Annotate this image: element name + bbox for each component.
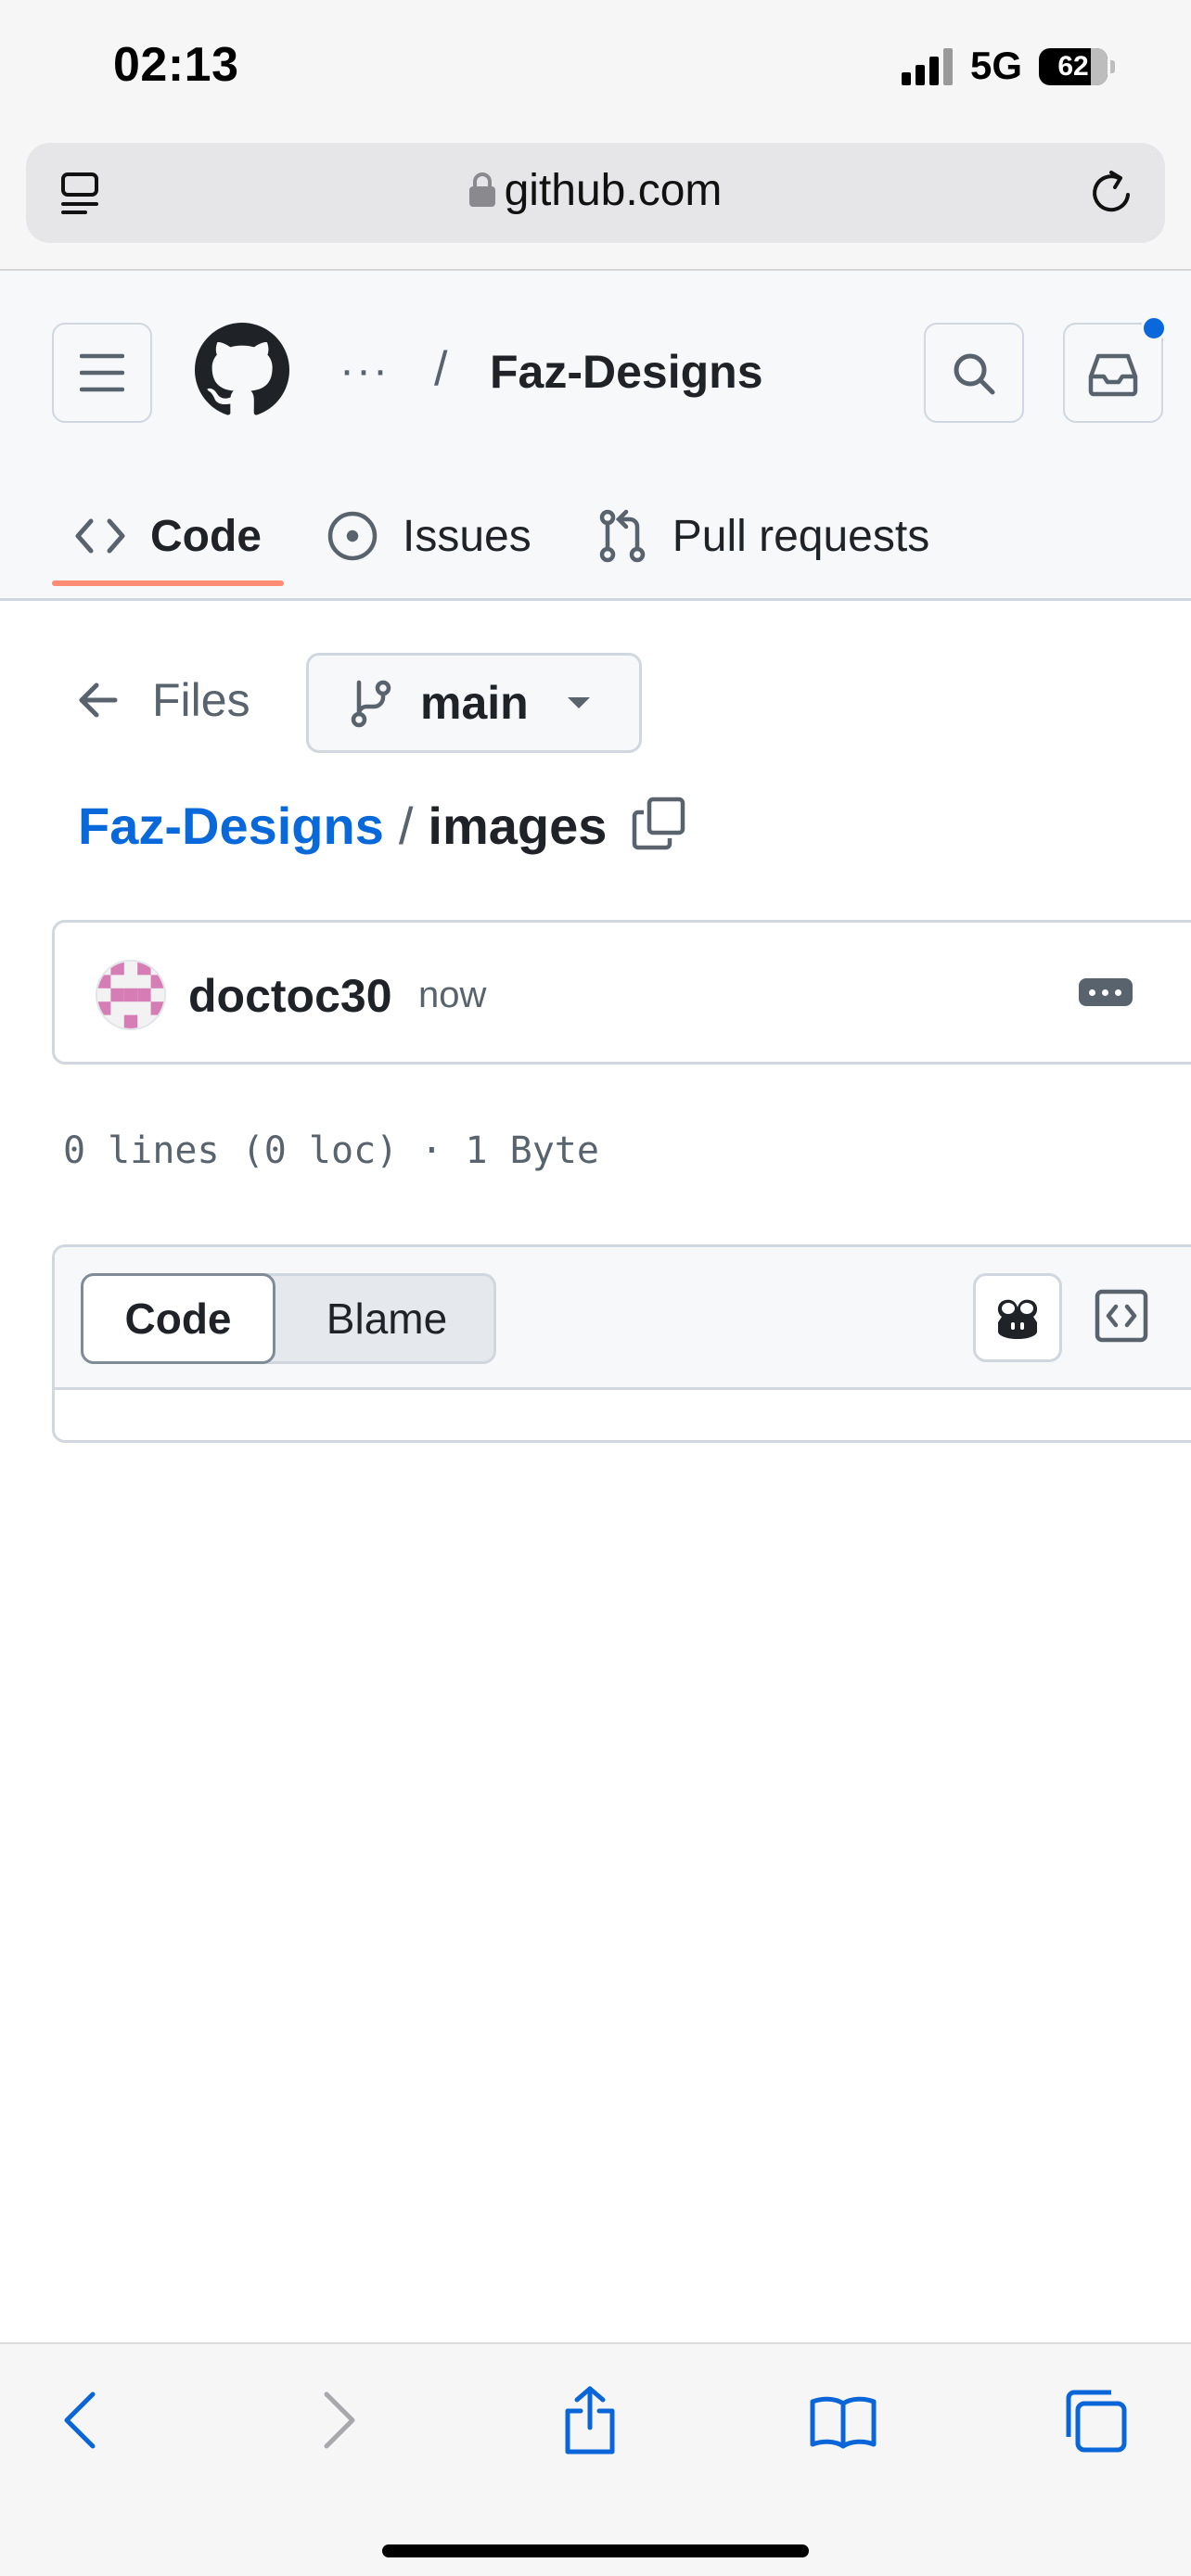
- breadcrumb-current-file: images: [428, 797, 608, 855]
- breadcrumb-overflow-button[interactable]: ···: [339, 345, 390, 396]
- breadcrumb-separator: /: [398, 797, 414, 855]
- hamburger-icon: [80, 353, 124, 392]
- blame-view-button[interactable]: Blame: [278, 1276, 495, 1361]
- status-bar: 02:13 5G 62: [0, 0, 1191, 139]
- code-view-button[interactable]: Code: [81, 1273, 275, 1364]
- battery-level: 62: [1057, 51, 1089, 82]
- browser-toolbar: [0, 2342, 1191, 2576]
- reload-icon[interactable]: [1085, 167, 1137, 219]
- notification-dot: [1141, 315, 1167, 341]
- battery-icon: 62: [1039, 48, 1115, 85]
- tab-code-label: Code: [150, 511, 262, 561]
- breadcrumb-repo-link[interactable]: Faz-Designs: [78, 796, 384, 856]
- search-button[interactable]: [924, 323, 1024, 423]
- arrow-left-icon: [79, 682, 118, 718]
- commit-time: now: [418, 975, 487, 1015]
- search-icon: [954, 353, 995, 395]
- raw-file-code-square-icon[interactable]: [1094, 1288, 1149, 1344]
- files-back-button[interactable]: Files: [78, 673, 250, 727]
- tab-code[interactable]: Code: [52, 490, 284, 586]
- menu-button[interactable]: [52, 323, 152, 423]
- copilot-icon: [997, 1299, 1038, 1339]
- github-logo-icon[interactable]: [195, 323, 289, 417]
- git-pull-request-icon: [599, 509, 645, 563]
- code-viewer: Code Blame: [52, 1244, 1191, 1443]
- triangle-down-icon: [567, 697, 590, 708]
- files-label: Files: [152, 674, 250, 726]
- latest-commit-box: doctoc30 now: [52, 920, 1191, 1065]
- view-toggle: Code Blame: [81, 1273, 496, 1364]
- issue-opened-icon: [327, 511, 378, 561]
- home-indicator: [382, 2544, 809, 2557]
- code-icon: [75, 518, 125, 554]
- inbox-icon: [1088, 353, 1138, 397]
- tab-issues[interactable]: Issues: [304, 490, 554, 582]
- lock-icon: [468, 172, 495, 208]
- file-breadcrumb: Faz-Designs / images: [78, 796, 607, 856]
- github-header: ··· / Faz-Designs Code Issues Pull reque…: [0, 271, 1191, 601]
- copilot-button[interactable]: [973, 1273, 1062, 1362]
- network-type: 5G: [970, 44, 1023, 87]
- commit-details-ellipsis-icon[interactable]: [1079, 978, 1133, 1006]
- tab-issues-label: Issues: [403, 511, 531, 561]
- cellular-signal-icon: [902, 48, 957, 85]
- copy-path-icon[interactable]: [631, 796, 686, 851]
- url-display[interactable]: github.com: [26, 165, 1165, 216]
- breadcrumb-separator: /: [434, 342, 448, 396]
- browser-address-area: github.com: [0, 139, 1191, 271]
- tab-pull-requests[interactable]: Pull requests: [574, 490, 952, 582]
- code-toolbar: Code Blame: [55, 1247, 1191, 1390]
- tabs-overview-icon[interactable]: [1063, 2389, 1128, 2454]
- tab-pull-requests-label: Pull requests: [672, 511, 930, 561]
- share-icon[interactable]: [560, 2385, 620, 2455]
- branch-name: main: [420, 677, 529, 729]
- back-chevron-icon[interactable]: [58, 2391, 104, 2450]
- repo-title-link[interactable]: Faz-Designs: [490, 345, 763, 399]
- forward-chevron-icon[interactable]: [315, 2391, 362, 2450]
- commit-author[interactable]: doctoc30: [188, 969, 392, 1023]
- url-text: github.com: [504, 166, 723, 215]
- file-info: 0 lines (0 loc) · 1 Byte: [63, 1129, 599, 1172]
- address-bar[interactable]: github.com: [26, 143, 1165, 243]
- avatar[interactable]: [96, 960, 166, 1030]
- status-time: 02:13: [113, 38, 239, 92]
- branch-selector[interactable]: main: [306, 653, 642, 753]
- repo-tabs: Code Issues Pull requests: [52, 490, 972, 601]
- git-branch-icon: [351, 680, 391, 728]
- bookmarks-book-icon[interactable]: [809, 2394, 877, 2450]
